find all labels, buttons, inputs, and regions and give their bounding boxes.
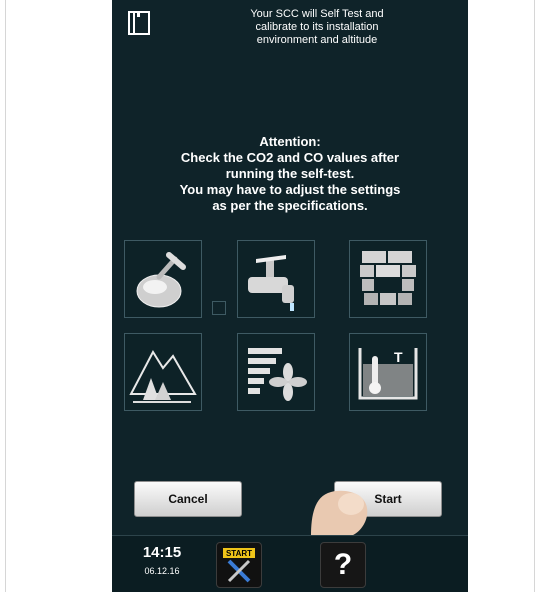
mountain-trees-icon: [129, 349, 197, 403]
svg-text:T: T: [394, 349, 403, 365]
clock-time: 14:15: [142, 544, 182, 561]
tile-insulation[interactable]: [349, 240, 427, 318]
tile-altitude[interactable]: [124, 333, 202, 411]
water-tap-icon: [248, 255, 294, 311]
help-button[interactable]: ?: [320, 542, 366, 588]
cancel-button[interactable]: Cancel: [134, 481, 242, 517]
self-test-notice-line-3: environment and altitude: [256, 34, 378, 46]
clock-date: 06.12.16: [144, 566, 180, 576]
device-screen: Your SCC will Self Test and calibrate to…: [112, 0, 468, 592]
fan-ventilation-icon: [248, 348, 307, 401]
svg-text:START: START: [226, 549, 252, 558]
attention-line-1: Check the CO2 and CO values after: [180, 150, 400, 165]
tile-water[interactable]: [237, 240, 315, 318]
self-test-notice-line-1: Your SCC will Self Test and: [250, 8, 384, 20]
tile-ventilation[interactable]: [237, 333, 315, 411]
tile-water-temperature[interactable]: T: [349, 333, 427, 411]
attention-line-2: running the self-test.: [225, 166, 355, 181]
start-program-button[interactable]: START: [216, 542, 262, 588]
self-test-notice-line-2: calibrate to its installation: [255, 21, 379, 33]
water-temperature-icon: T: [358, 348, 418, 400]
finger-overlay: [311, 490, 368, 536]
frame-right-line: [534, 0, 535, 592]
gas-valve-icon: [136, 252, 186, 308]
attention-message: Attention: Check the CO2 and CO values a…: [132, 134, 448, 214]
attention-heading: Attention:: [259, 134, 321, 149]
oven-icon: [128, 11, 150, 35]
indicator-square: [212, 301, 226, 315]
tile-gas[interactable]: [124, 240, 202, 318]
attention-line-3: You may have to adjust the settings: [179, 182, 401, 197]
self-test-notice: Your SCC will Self Test and calibrate to…: [182, 8, 452, 47]
frame-left-line: [5, 0, 6, 592]
brick-wall-icon: [360, 251, 416, 305]
start-tools-icon: START: [223, 548, 255, 583]
attention-line-4: as per the specifications.: [212, 198, 368, 213]
